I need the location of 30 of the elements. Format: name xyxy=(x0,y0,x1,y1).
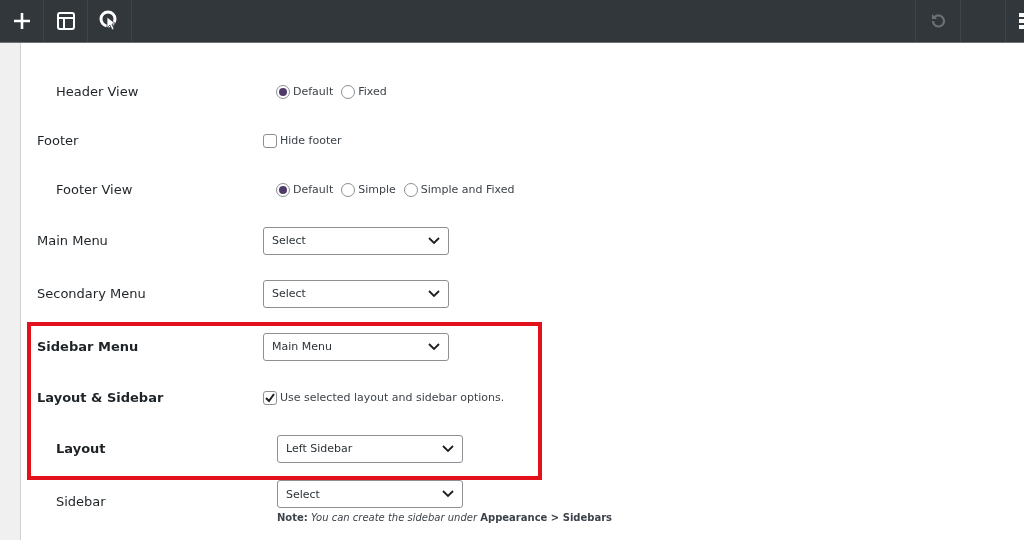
field-label: Layout xyxy=(55,441,107,456)
field-label: Sidebar xyxy=(55,494,107,509)
option-label: Hide footer xyxy=(280,134,342,147)
field-label: Main Menu xyxy=(36,233,109,248)
checkbox[interactable] xyxy=(263,390,277,405)
chevron-down-icon xyxy=(428,236,440,245)
field-label: Sidebar Menu xyxy=(36,339,140,354)
option-label: Default xyxy=(293,85,334,98)
select-dropdown[interactable]: Main Menu xyxy=(263,332,449,361)
field-label: Footer View xyxy=(55,182,134,197)
select-dropdown[interactable]: Select xyxy=(263,279,449,308)
chevron-down-icon xyxy=(442,490,454,498)
option-label: Simple xyxy=(358,183,396,196)
field-label: Footer xyxy=(36,133,80,148)
option-label: Fixed xyxy=(358,85,387,98)
field-label: Header View xyxy=(55,84,140,99)
chevron-down-icon xyxy=(428,289,440,298)
field-label: Secondary Menu xyxy=(36,286,147,301)
checkbox[interactable] xyxy=(263,133,277,148)
option-label: Use selected layout and sidebar options. xyxy=(280,391,505,404)
chevron-down-icon xyxy=(428,342,440,351)
select-dropdown[interactable]: Left Sidebar xyxy=(277,434,463,463)
option-label: Default xyxy=(293,183,334,196)
option-label: Simple and Fixed xyxy=(420,183,515,196)
select-dropdown[interactable]: Select xyxy=(277,480,463,508)
chevron-down-icon xyxy=(442,444,454,453)
select-dropdown[interactable]: Select xyxy=(263,226,449,255)
note-text: Note: You can create the sidebar under Appearance > Sidebars xyxy=(277,512,613,523)
field-label: Layout & Sidebar xyxy=(36,390,165,405)
more-icon[interactable] xyxy=(1019,11,1024,31)
